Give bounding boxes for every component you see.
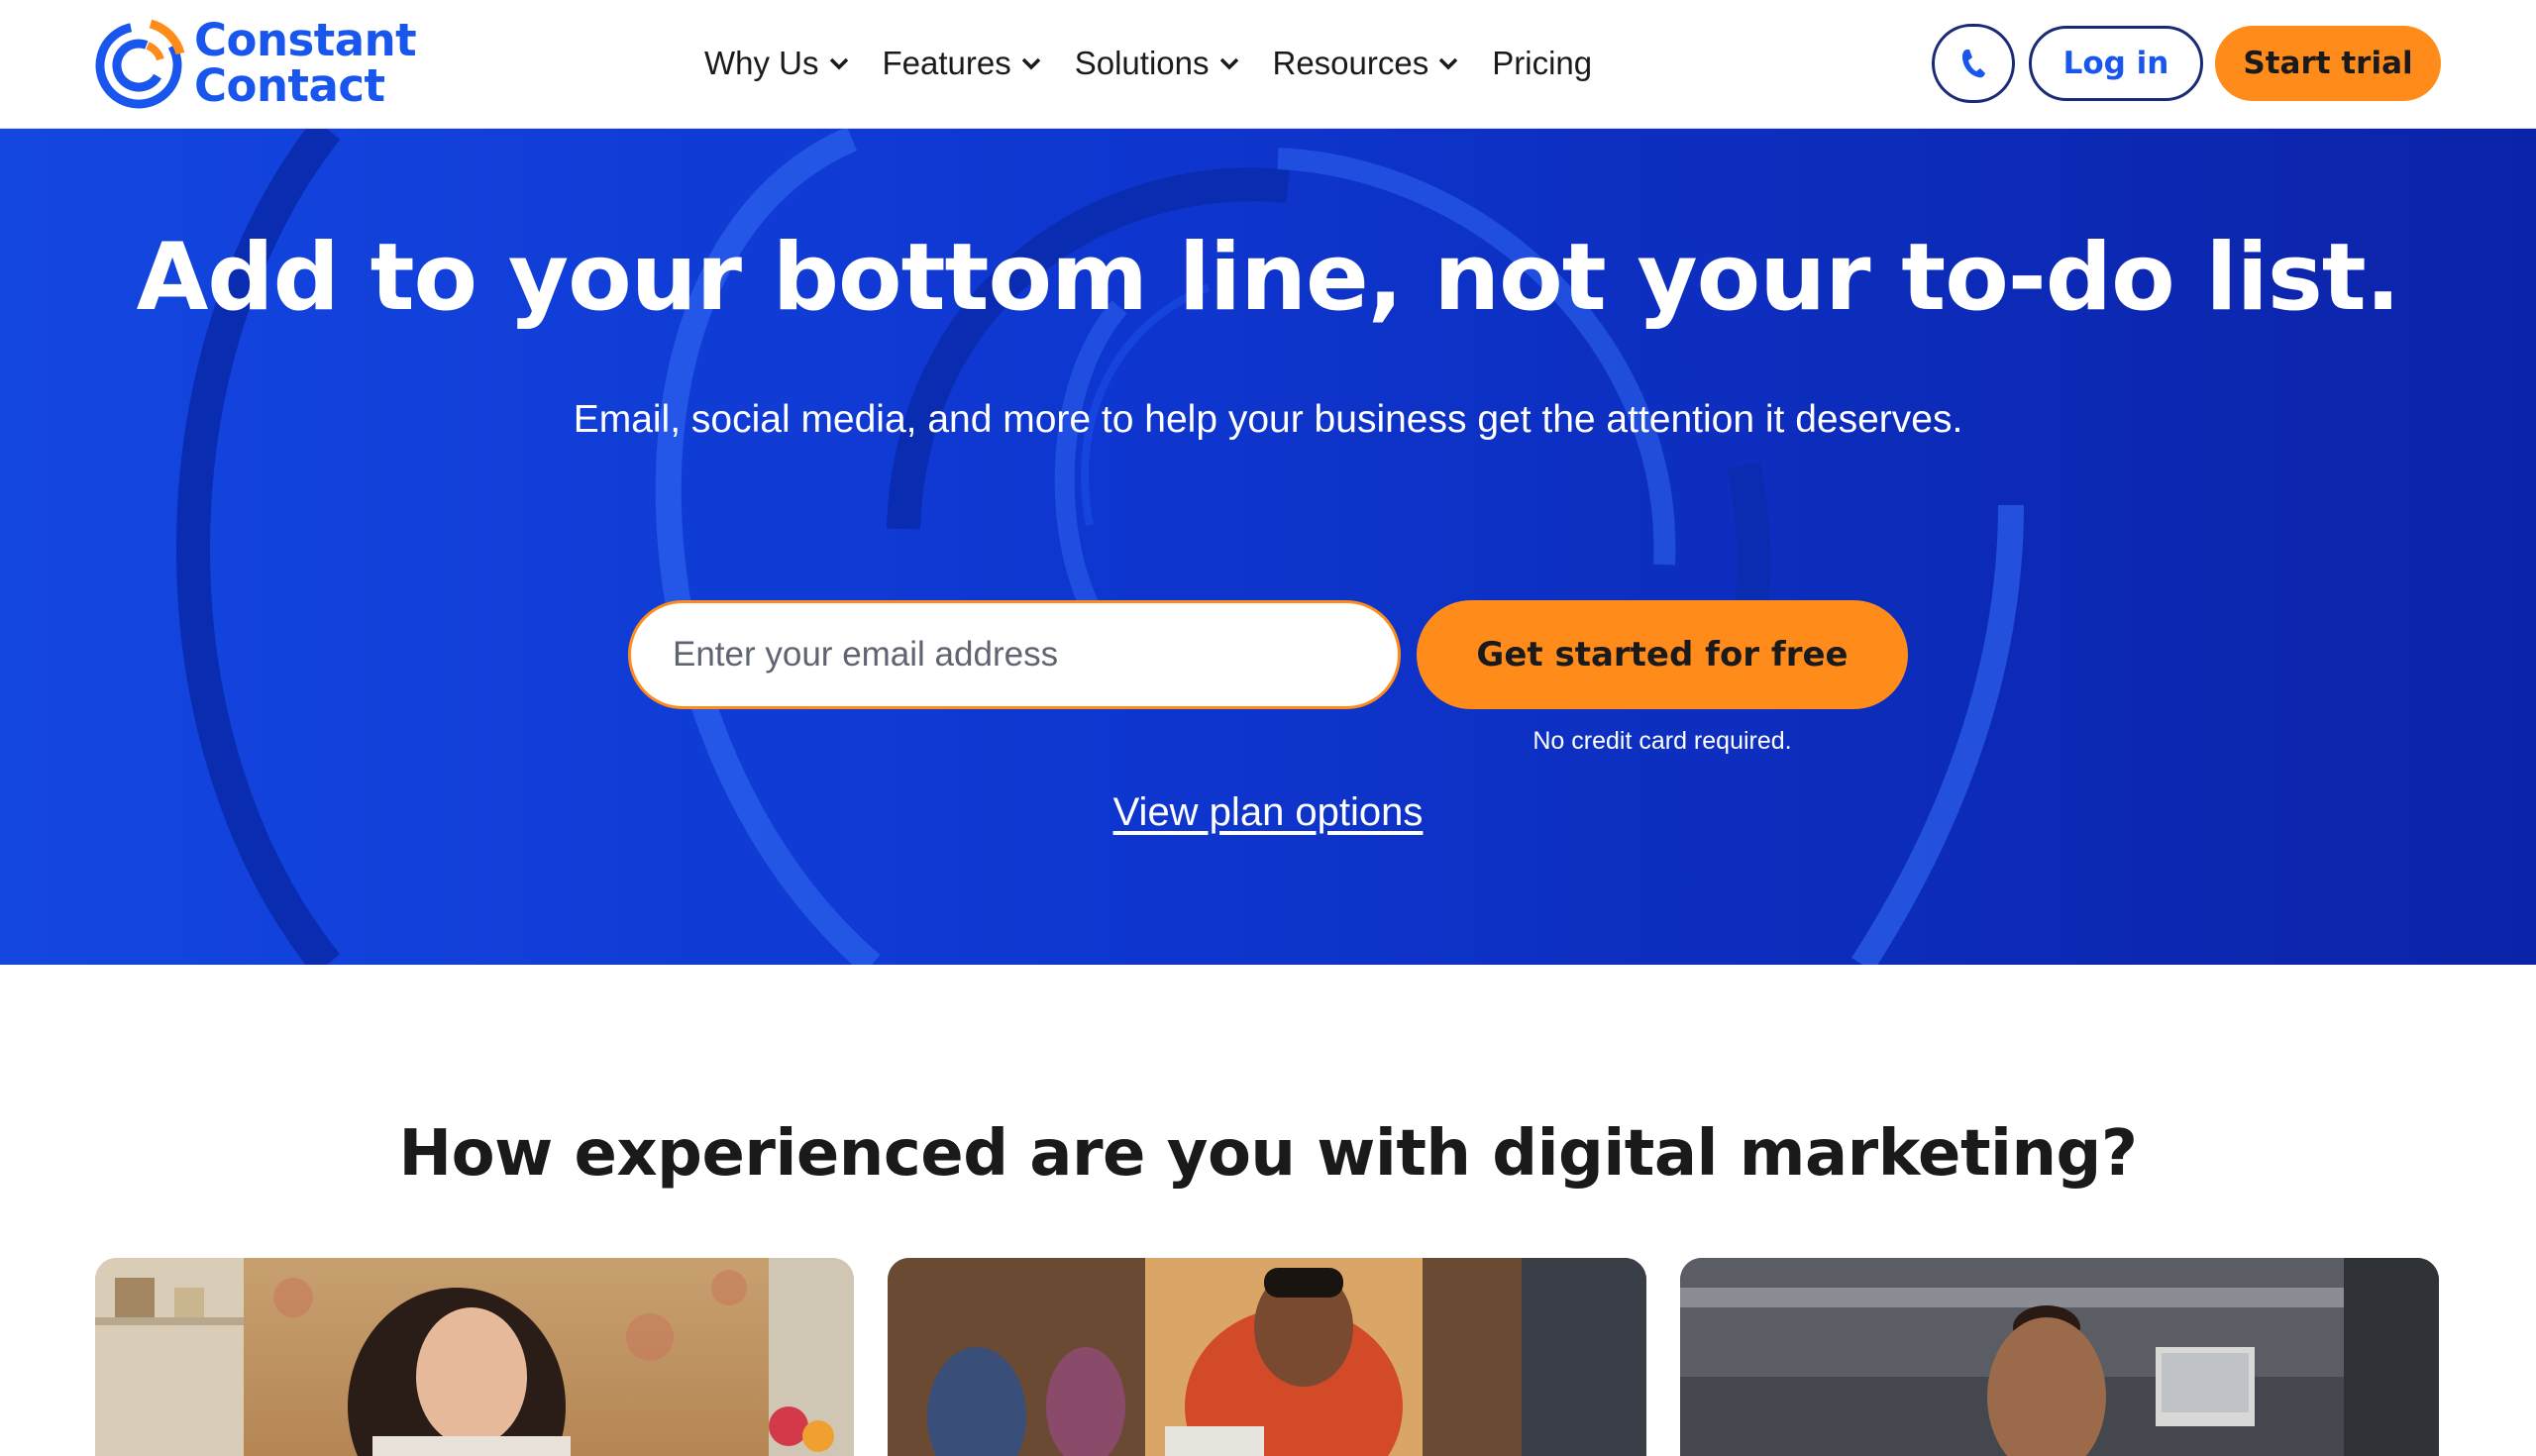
main-nav: Why Us Features Solutions Resources Pric… [704,36,1592,91]
experience-card-intermediate[interactable] [888,1258,1646,1456]
no-credit-card-note: No credit card required. [1532,727,1792,755]
logo-mark-icon [95,19,185,109]
login-button[interactable]: Log in [2029,26,2203,101]
nav-label: Why Us [704,45,819,81]
logo-line-2: Contact [194,59,385,112]
phone-icon [1962,50,1985,78]
man-restaurant-photo [888,1258,1646,1456]
logo-line-1: Constant [194,14,417,66]
nav-label: Resources [1272,45,1429,81]
experience-section-title: How experienced are you with digital mar… [398,1117,2138,1191]
site-header: Constant Contact Why Us Features Solutio… [0,0,2536,129]
email-input[interactable] [628,600,1401,709]
constant-contact-logo[interactable]: Constant Contact [95,16,422,111]
get-started-button[interactable]: Get started for free [1417,600,1908,709]
experience-card-advanced[interactable] [1680,1258,2439,1456]
woman-shop-photo [95,1258,854,1456]
start-trial-button[interactable]: Start trial [2215,26,2441,101]
nav-item-why-us[interactable]: Why Us [704,45,849,82]
experience-card-beginner[interactable] [95,1258,854,1456]
hero-section: Add to your bottom line, not your to-do … [0,129,2536,965]
woman-counter-photo [1680,1258,2439,1456]
nav-label: Solutions [1074,45,1210,81]
nav-label: Features [882,45,1011,81]
chevron-down-icon [829,57,848,70]
hero-subtitle: Email, social media, and more to help yo… [573,398,1963,441]
nav-item-pricing[interactable]: Pricing [1492,45,1592,82]
nav-label: Pricing [1492,45,1593,81]
nav-item-solutions[interactable]: Solutions [1075,45,1239,82]
phone-button[interactable] [1932,24,2015,103]
nav-item-resources[interactable]: Resources [1273,45,1459,82]
logo-wordmark: Constant Contact [194,14,417,112]
view-plan-options-link[interactable]: View plan options [0,790,2536,835]
chevron-down-icon [1438,57,1458,70]
chevron-down-icon [1219,57,1238,70]
hero-title: Add to your bottom line, not your to-do … [136,224,2401,332]
chevron-down-icon [1021,57,1040,70]
nav-item-features[interactable]: Features [883,45,1041,82]
